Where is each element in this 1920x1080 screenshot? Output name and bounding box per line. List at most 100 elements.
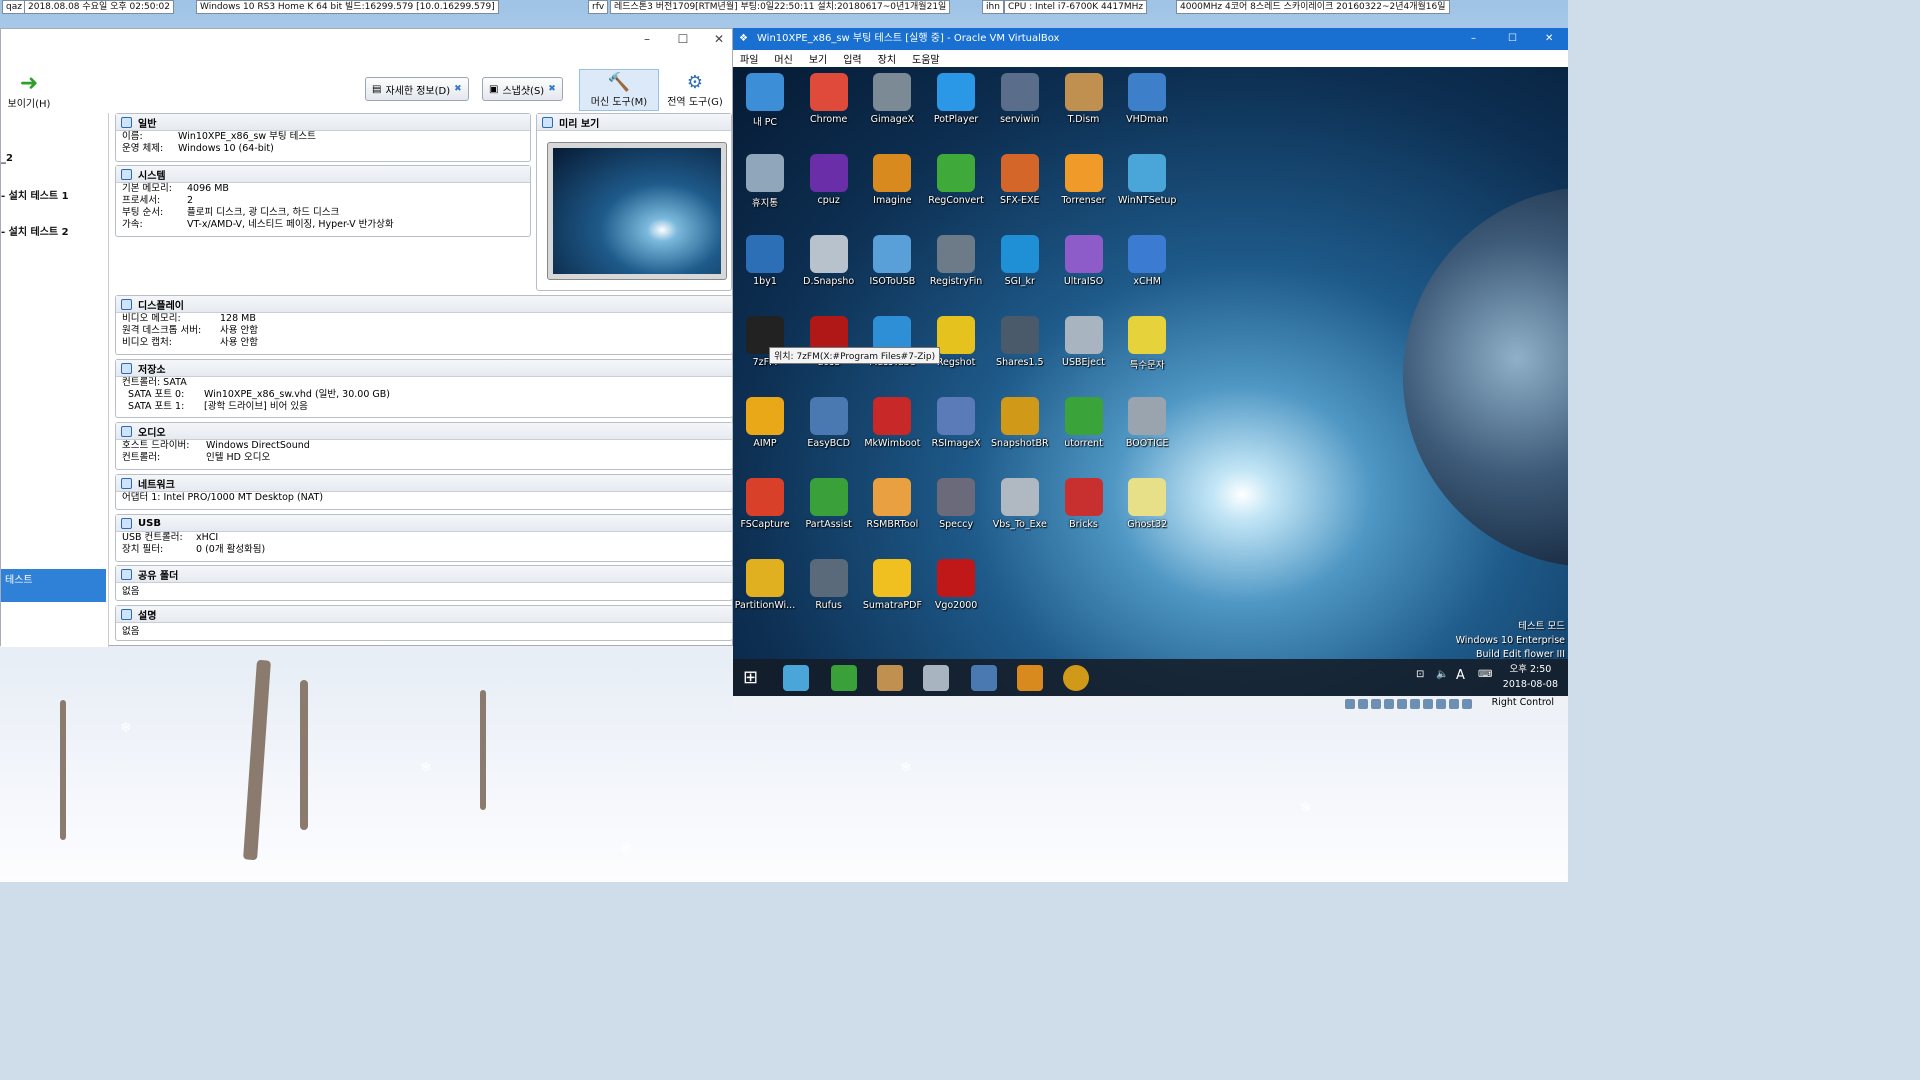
global-tools-button[interactable]: ⚙ 전역 도구(G) bbox=[663, 69, 727, 111]
hdd-status-icon[interactable] bbox=[1345, 699, 1355, 709]
desktop-icon[interactable]: BOOTICE bbox=[1115, 397, 1179, 449]
desktop-icon[interactable]: EasyBCD bbox=[797, 397, 861, 449]
optical-status-icon[interactable] bbox=[1358, 699, 1368, 709]
desktop-icon[interactable]: Chrome bbox=[797, 73, 861, 125]
audio-status-icon[interactable] bbox=[1371, 699, 1381, 709]
show-button[interactable]: ➜ 보이기(H) bbox=[5, 71, 53, 111]
desktop-icon[interactable]: PotPlayer bbox=[924, 73, 988, 125]
desktop-icon[interactable]: PartAssist bbox=[797, 478, 861, 530]
details-button[interactable]: ▤ 자세한 정보(D) ✖ bbox=[365, 77, 469, 101]
desktop-icon[interactable]: AIMP bbox=[733, 397, 797, 449]
menu-devices[interactable]: 장치 bbox=[878, 51, 896, 66]
desktop-icon[interactable]: UltraISO bbox=[1052, 235, 1116, 287]
maximize-icon[interactable]: ☐ bbox=[1508, 28, 1517, 50]
usb-header[interactable]: USB bbox=[116, 515, 732, 532]
close-icon[interactable]: ✖ bbox=[454, 84, 462, 94]
desktop-icon[interactable]: PartitionWi... bbox=[733, 559, 797, 611]
winntsetup-taskbar-icon[interactable] bbox=[783, 665, 809, 691]
desktop-icon[interactable]: RegistryFin bbox=[924, 235, 988, 287]
vm-list-item[interactable]: - 설치 테스트 1 bbox=[1, 187, 69, 202]
desktop-icon[interactable]: USBEject bbox=[1052, 316, 1116, 368]
keyboard-tray-icon[interactable]: ⌨ bbox=[1478, 669, 1492, 680]
desktop-icon[interactable]: Bricks bbox=[1052, 478, 1116, 530]
shared-folder-status-icon[interactable] bbox=[1410, 699, 1420, 709]
storage-header[interactable]: 저장소 bbox=[116, 360, 732, 377]
maximize-icon[interactable]: ☐ bbox=[673, 32, 693, 46]
menu-view[interactable]: 보기 bbox=[809, 51, 827, 66]
display-header[interactable]: 디스플레이 bbox=[116, 296, 732, 313]
desktop-icon[interactable]: SumatraPDF bbox=[860, 559, 924, 611]
ime-indicator[interactable]: A bbox=[1456, 668, 1465, 683]
desktop-icon[interactable]: SnapshotBR bbox=[988, 397, 1052, 449]
desktop-icon[interactable]: SGI_kr bbox=[988, 235, 1052, 287]
desktop-icon[interactable]: 1by1 bbox=[733, 235, 797, 287]
desktop-icon[interactable]: GimageX bbox=[860, 73, 924, 125]
network-status-icon[interactable] bbox=[1384, 699, 1394, 709]
desktop-icon[interactable]: RegConvert bbox=[924, 154, 988, 206]
imagine-taskbar-icon[interactable] bbox=[1017, 665, 1043, 691]
desktop-icon[interactable]: Ghost32 bbox=[1115, 478, 1179, 530]
clock[interactable]: 오후 2:50 2018-08-08 bbox=[1503, 662, 1558, 692]
snapshots-button[interactable]: ▣ 스냅샷(S) ✖ bbox=[482, 77, 563, 101]
menu-file[interactable]: 파일 bbox=[740, 51, 758, 66]
shared-folders-header[interactable]: 공유 폴더 bbox=[116, 566, 732, 583]
desktop-icon[interactable]: Vbs_To_Exe bbox=[988, 478, 1052, 530]
desktop-icon[interactable]: D.Snapsho bbox=[797, 235, 861, 287]
desktop-icon[interactable]: Vgo2000 bbox=[924, 559, 988, 611]
desktop-icon[interactable]: Speccy bbox=[924, 478, 988, 530]
partassist-taskbar-icon[interactable] bbox=[831, 665, 857, 691]
description-header[interactable]: 설명 bbox=[116, 606, 732, 623]
desktop-icon[interactable]: Torrenser bbox=[1052, 154, 1116, 206]
desktop-icon[interactable]: VHDman bbox=[1115, 73, 1179, 125]
desktop-icon[interactable]: RSImageX bbox=[924, 397, 988, 449]
sata-port1-value[interactable]: [광학 드라이브] 비어 있음 bbox=[204, 401, 308, 413]
audio-header[interactable]: 오디오 bbox=[116, 423, 732, 440]
menu-input[interactable]: 입력 bbox=[843, 51, 861, 66]
close-icon[interactable]: ✕ bbox=[1545, 28, 1553, 50]
desktop-icon[interactable]: 휴지통 bbox=[733, 154, 797, 209]
easybcd-taskbar-icon[interactable] bbox=[971, 665, 997, 691]
desktop-icon[interactable]: Imagine bbox=[860, 154, 924, 206]
network-header[interactable]: 네트워크 bbox=[116, 475, 732, 492]
minimize-icon[interactable]: – bbox=[1471, 28, 1476, 50]
desktop-icon[interactable]: Shares1.5 bbox=[988, 316, 1052, 368]
close-icon[interactable]: ✕ bbox=[709, 32, 729, 46]
windows-start-icon[interactable]: ⊞ bbox=[743, 667, 758, 688]
display-status-icon[interactable] bbox=[1423, 699, 1433, 709]
usb-status-icon[interactable] bbox=[1397, 699, 1407, 709]
desktop-icon[interactable]: WinNTSetup bbox=[1115, 154, 1179, 206]
sata-port0-value[interactable]: Win10XPE_x86_sw.vhd (일반, 30.00 GB) bbox=[204, 389, 390, 401]
menu-help[interactable]: 도움말 bbox=[912, 51, 940, 66]
close-icon[interactable]: ✖ bbox=[548, 84, 556, 94]
snapshotbr-taskbar-icon[interactable] bbox=[1063, 665, 1089, 691]
vm-list-item[interactable]: - 설치 테스트 2 bbox=[1, 223, 69, 238]
desktop-icon[interactable]: ISOToUSB bbox=[860, 235, 924, 287]
desktop-icon[interactable]: utorrent bbox=[1052, 397, 1116, 449]
volume-tray-icon[interactable]: 🔈 bbox=[1436, 669, 1448, 680]
desktop-icon[interactable]: xCHM bbox=[1115, 235, 1179, 287]
desktop-icon[interactable]: 내 PC bbox=[733, 73, 797, 128]
usbeject-taskbar-icon[interactable] bbox=[923, 665, 949, 691]
cpu-status-icon[interactable] bbox=[1449, 699, 1459, 709]
desktop-icon[interactable]: cpuz bbox=[797, 154, 861, 206]
preview-header[interactable]: 미리 보기 bbox=[537, 114, 731, 131]
desktop-icon[interactable]: RSMBRTool bbox=[860, 478, 924, 530]
general-header[interactable]: 일반 bbox=[116, 114, 530, 131]
vm-list-item-selected[interactable]: 테스트 bbox=[1, 569, 106, 602]
desktop-icon[interactable]: Rufus bbox=[797, 559, 861, 611]
network-tray-icon[interactable]: ⊡ bbox=[1416, 669, 1424, 680]
desktop-icon[interactable]: FSCapture bbox=[733, 478, 797, 530]
tdism-taskbar-icon[interactable] bbox=[877, 665, 903, 691]
mouse-status-icon[interactable] bbox=[1462, 699, 1472, 709]
system-header[interactable]: 시스템 bbox=[116, 166, 530, 183]
desktop-icon[interactable]: MkWimboot bbox=[860, 397, 924, 449]
capture-status-icon[interactable] bbox=[1436, 699, 1446, 709]
desktop-icon[interactable]: T.Dism bbox=[1052, 73, 1116, 125]
machine-tools-button[interactable]: 🔨 머신 도구(M) bbox=[579, 69, 659, 111]
minimize-icon[interactable]: – bbox=[637, 32, 657, 46]
desktop-icon[interactable]: SFX-EXE bbox=[988, 154, 1052, 206]
menu-machine[interactable]: 머신 bbox=[774, 51, 792, 66]
vm-list-item[interactable]: _2 bbox=[1, 153, 13, 164]
desktop-icon[interactable]: serviwin bbox=[988, 73, 1052, 125]
desktop-icon[interactable]: 특수문자 bbox=[1115, 316, 1179, 371]
